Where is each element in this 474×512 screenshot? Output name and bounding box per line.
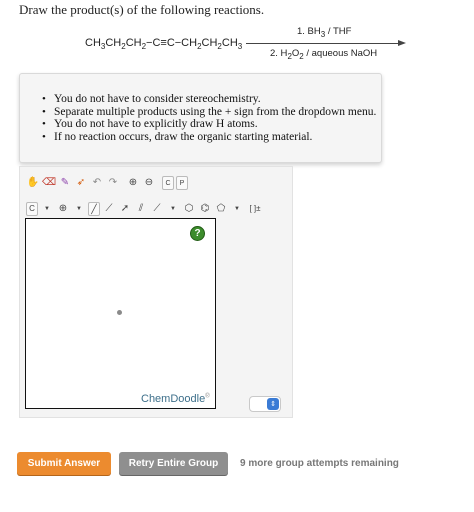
eraser-icon[interactable]: ⌫ — [42, 176, 56, 190]
reaction-arrow-head — [398, 40, 406, 46]
double-bond-icon[interactable]: ⫽ — [134, 202, 148, 216]
help-icon[interactable]: ? — [190, 226, 205, 241]
attempts-remaining: 9 more group attempts remaining — [240, 458, 399, 469]
element-selector[interactable]: C — [26, 202, 38, 216]
single-bond-icon[interactable]: ╱ — [88, 202, 100, 216]
zoom-in-icon[interactable]: ⊕ — [126, 176, 140, 190]
periodic-icon[interactable]: P — [176, 176, 188, 190]
charge-icon[interactable]: ⊕ — [56, 202, 70, 216]
reactant-formula: CH3CH2CH2−C≡C−CH2CH2CH3 — [85, 37, 243, 52]
retry-group-button[interactable]: Retry Entire Group — [119, 452, 228, 475]
bold-bond-icon[interactable]: ➚ — [118, 202, 132, 216]
lasso-icon[interactable]: ➶ — [74, 176, 88, 190]
chevron-down-icon[interactable]: ▼ — [166, 202, 180, 216]
chemdoodle-logo: ChemDoodle® — [141, 393, 210, 405]
triple-bond-icon[interactable]: ⟋ — [150, 202, 164, 216]
wedge-bond-icon[interactable]: ⟋ — [102, 202, 116, 216]
canvas-cursor-dot — [117, 310, 122, 315]
instruction-item: You do not have to explicitly draw H ato… — [42, 118, 376, 131]
toolbar-row-2: C ▼ ⊕ ▼ ╱ ⟋ ➚ ⫽ ⟋ ▼ ⬡ ⌬ ⬠ ▼ [ ]± — [26, 201, 266, 217]
reaction-condition-1: 1. BH3 / THF — [297, 26, 352, 39]
instruction-item: Separate multiple products using the + s… — [42, 106, 376, 119]
redo-icon[interactable]: ↷ — [106, 176, 120, 190]
instruction-item: You do not have to consider stereochemis… — [42, 93, 376, 106]
instruction-item: If no reaction occurs, draw the organic … — [42, 131, 376, 144]
submit-answer-button[interactable]: Submit Answer — [17, 452, 111, 475]
question-prompt: Draw the product(s) of the following rea… — [19, 2, 265, 17]
chevron-down-icon[interactable]: ▼ — [230, 202, 244, 216]
chevron-down-icon[interactable]: ▼ — [40, 202, 54, 216]
instructions-panel: You do not have to consider stereochemis… — [19, 73, 382, 163]
undo-icon[interactable]: ↶ — [90, 176, 104, 190]
toolbar-row-1: ✋ ⌫ ✎ ➶ ↶ ↷ ⊕ ⊖ C P — [26, 175, 190, 191]
hand-icon[interactable]: ✋ — [26, 176, 40, 190]
reaction-arrow — [246, 43, 400, 44]
select-arrows-icon[interactable]: ⇕ — [267, 398, 279, 410]
cyclohexane-icon[interactable]: ⬡ — [182, 202, 196, 216]
chevron-down-icon[interactable]: ▼ — [72, 202, 86, 216]
pencil-icon[interactable]: ✎ — [58, 176, 72, 190]
zoom-out-icon[interactable]: ⊖ — [142, 176, 156, 190]
reaction-condition-2: 2. H2O2 / aqueous NaOH — [270, 48, 378, 61]
bracket-icon[interactable]: [ ]± — [246, 202, 264, 216]
benzene-icon[interactable]: ⌬ — [198, 202, 212, 216]
cyclopentane-icon[interactable]: ⬠ — [214, 202, 228, 216]
clean-icon[interactable]: C — [162, 176, 174, 190]
